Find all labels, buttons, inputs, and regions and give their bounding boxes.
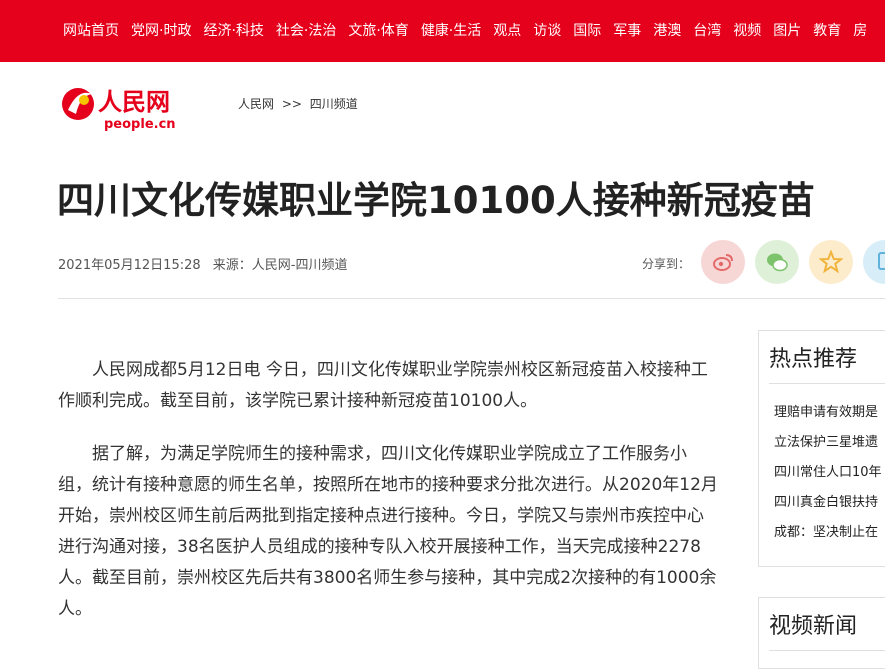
breadcrumb: 人民网 >> 四川频道 [238,95,362,112]
nav-item[interactable]: 党网·时政 [131,0,191,62]
qzone-share-button[interactable] [809,240,853,284]
top-nav-bar: 网站首页 党网·时政 经济·科技 社会·法治 文旅·体育 健康·生活 观点 访谈 国际 军事 港澳台… [0,0,885,62]
hot-recommend-panel: 热点推荐 理赔申请有效期是 立法保护三星堆遗 四川常住人口10年 四川真金白银扶持 成都… [758,330,885,567]
breadcrumb-separator: >> [281,97,302,111]
people-cn-logo[interactable]: 人民网 people.cn [58,80,188,136]
weibo-share-button[interactable] [701,240,745,284]
nav-item[interactable]: 视频 [733,0,761,62]
weibo-share-icon [713,254,733,271]
article-paragraph-2: 据了解，为满足学院师生的接种需求，四川文化传媒职业学院成立了工作服务小组，统计有… [58,444,718,619]
article-title: 四川文化传媒职业学院10100人接种新冠疫苗 [57,179,815,222]
article-paragraph-1: 人民网成都5月12日电 今日，四川文化传媒职业学院崇州校区新冠疫苗入校接种工作顺… [58,360,708,411]
nav-item[interactable]: 教育 [813,0,841,62]
breadcrumb-channel-link[interactable]: 四川频道 [310,97,358,111]
meta-divider [58,298,885,299]
nav-item[interactable]: 经济·科技 [203,0,263,62]
copy-share-button[interactable] [863,240,885,284]
logo-graphic: 人民网 people.cn [62,87,176,132]
hot-recommend-title: 热点推荐 [769,331,885,384]
article-body: 人民网成都5月12日电 今日，四川文化传媒职业学院崇州校区新冠疫苗入校接种工作顺… [58,355,718,647]
nav-item[interactable]: 文旅·体育 [348,0,408,62]
video-news-panel: 视频新闻 [758,597,885,669]
hot-recommend-item[interactable]: 理赔申请有效期是 [774,398,885,428]
nav-item[interactable]: 图片 [773,0,801,62]
svg-text:人民网: 人民网 [98,87,170,116]
article-datetime: 2021年05月12日15:28 [58,258,201,273]
share-label: 分享到： [642,257,691,271]
svg-text:people.cn: people.cn [104,117,176,132]
nav-item[interactable]: 国际 [573,0,601,62]
hot-recommend-item[interactable]: 立法保护三星堆遗 [774,428,885,458]
copy-share-icon [878,252,885,270]
nav-item[interactable]: 台湾 [693,0,721,62]
nav-item[interactable]: 健康·生活 [421,0,481,62]
nav-item[interactable]: 网站首页 [63,0,119,62]
top-nav-list: 网站首页 党网·时政 经济·科技 社会·法治 文旅·体育 健康·生活 观点 访谈 国际 军事 港澳台… [0,0,885,62]
nav-item[interactable]: 房 [853,0,867,62]
site-header: 人民网 people.cn 人民网 >> 四川频道 [0,62,885,148]
nav-item[interactable]: 访谈 [533,0,561,62]
nav-item[interactable]: 社会·法治 [276,0,336,62]
article-source[interactable]: 来源：人民网-四川频道 [213,258,348,273]
nav-item[interactable]: 观点 [493,0,521,62]
breadcrumb-home-link[interactable]: 人民网 [238,97,274,111]
hot-recommend-item[interactable]: 四川真金白银扶持 [774,488,885,518]
wechat-share-icon [767,253,788,272]
article-meta: 2021年05月12日15:28 来源：人民网-四川频道 [58,254,355,273]
wechat-share-button[interactable] [755,240,799,284]
video-news-title: 视频新闻 [769,598,885,651]
hot-recommend-list: 理赔申请有效期是 立法保护三星堆遗 四川常住人口10年 四川真金白银扶持 成都：坚决制止… [759,384,885,548]
nav-item[interactable]: 军事 [613,0,641,62]
hot-recommend-item[interactable]: 四川常住人口10年 [774,458,885,488]
nav-item[interactable]: 港澳 [653,0,681,62]
hot-recommend-item[interactable]: 成都：坚决制止在 [774,518,885,548]
qzone-share-icon [819,250,843,274]
